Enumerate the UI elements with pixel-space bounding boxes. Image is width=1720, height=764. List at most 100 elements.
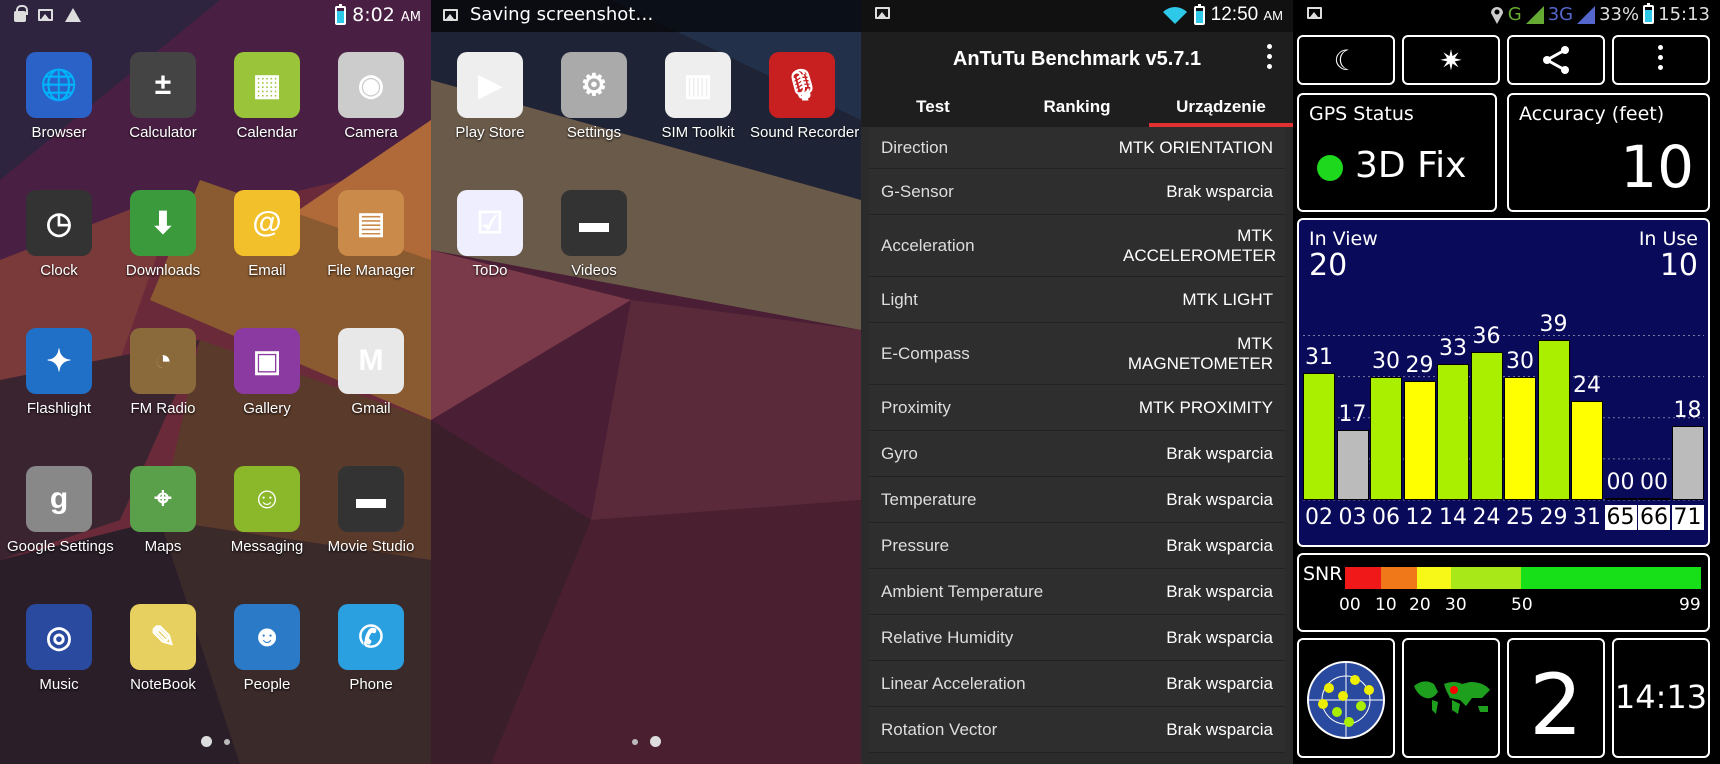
app-label: Maps [144, 538, 182, 555]
app-downloads[interactable]: ⬇ Downloads [111, 190, 215, 279]
sensor-row[interactable]: G-Sensor Brak wsparcia [869, 169, 1285, 215]
page-dot[interactable] [224, 738, 230, 745]
app-phone[interactable]: ✆ Phone [319, 604, 423, 693]
camera-icon: ◉ [338, 52, 404, 118]
compass-button[interactable]: ✷ [1402, 35, 1500, 85]
app-email[interactable]: @ Email [215, 190, 319, 279]
sensor-name: Proximity [881, 397, 951, 417]
snr-tick-label: 20 [1409, 595, 1431, 615]
sensor-value: Brak wsparcia [1166, 719, 1273, 739]
accuracy-value: 10 [1620, 133, 1694, 201]
bar-value-label: 31 [1305, 344, 1333, 370]
sensor-row[interactable]: Acceleration MTK ACCELEROMETER [869, 215, 1285, 277]
antutu-app: 12:50 AM AnTuTu Benchmark v5.7.1 Test Ra… [861, 0, 1293, 764]
satellite-bar [1537, 339, 1570, 500]
app-calendar[interactable]: ▦ Calendar [215, 52, 319, 141]
overflow-menu-button[interactable] [1612, 35, 1710, 85]
tab-test[interactable]: Test [861, 86, 1005, 127]
radio-icon: ◔ [130, 328, 196, 394]
snr-tick-label: 50 [1511, 595, 1533, 615]
satellite-bar [1604, 498, 1637, 500]
app-browser[interactable]: 🌐 Browser [7, 52, 111, 141]
status-bar: 8:02 AM [0, 0, 431, 32]
todo-icon: ☑ [457, 190, 523, 256]
status-bar: G 3G 33% 15:13 [1293, 0, 1720, 32]
sensor-value: Brak wsparcia [1166, 673, 1273, 693]
app-todo[interactable]: ☑ ToDo [438, 190, 542, 279]
app-play-store[interactable]: ▶ Play Store [438, 52, 542, 141]
sensor-row[interactable]: Direction MTK ORIENTATION [869, 127, 1285, 169]
location-pin-icon [1490, 6, 1503, 24]
snr-tick-label: 10 [1375, 595, 1397, 615]
app-sound-recorder[interactable]: 🎙 Sound Recorder [750, 52, 859, 141]
night-mode-button[interactable]: ☾ [1297, 35, 1395, 85]
settings-gear-icon: ⚙ [561, 52, 627, 118]
share-button[interactable] [1507, 35, 1605, 85]
sensor-row[interactable]: Ambient Temperature Brak wsparcia [869, 569, 1285, 615]
folder-icon: ▤ [338, 190, 404, 256]
battery-icon [1643, 3, 1655, 24]
moon-icon: ☾ [1333, 43, 1359, 77]
app-gmail[interactable]: M Gmail [319, 328, 423, 417]
sensor-value: MTK ACCELEROMETER [1123, 225, 1277, 265]
clock-time: 15:13 [1658, 4, 1710, 25]
app-file-manager[interactable]: ▤ File Manager [319, 190, 423, 279]
app-gallery[interactable]: ▣ Gallery [215, 328, 319, 417]
overflow-menu-icon[interactable] [1267, 44, 1273, 74]
sky-view-button[interactable] [1297, 638, 1395, 758]
count-tile[interactable]: 2 [1507, 638, 1605, 758]
app-movie-studio[interactable]: ▬ Movie Studio [319, 466, 423, 555]
page-dot-active[interactable] [649, 736, 661, 747]
sensor-row[interactable]: Gyro Brak wsparcia [869, 431, 1285, 477]
app-messaging[interactable]: ☺ Messaging [215, 466, 319, 555]
app-notebook[interactable]: ✎ NoteBook [111, 604, 215, 693]
app-flashlight[interactable]: ✦ Flashlight [7, 328, 111, 417]
world-map-button[interactable] [1402, 638, 1500, 758]
page-dot[interactable] [631, 738, 638, 745]
app-label: Flashlight [26, 400, 92, 417]
app-label: FM Radio [130, 400, 196, 417]
music-icon: ◎ [26, 604, 92, 670]
sensor-list: Direction MTK ORIENTATION G-Sensor Brak wsp… [869, 127, 1285, 753]
page-dot-active[interactable] [201, 736, 212, 747]
snr-scale-orange [1381, 567, 1417, 589]
sensor-row[interactable]: Temperature Brak wsparcia [869, 477, 1285, 523]
sensor-name: Pressure [881, 535, 950, 555]
app-google-settings[interactable]: g Google Settings [7, 466, 114, 555]
sensor-value: Brak wsparcia [1166, 627, 1273, 647]
app-calculator[interactable]: ± Calculator [111, 52, 215, 141]
app-fm-radio[interactable]: ◔ FM Radio [111, 328, 215, 417]
satellite-bar-chart: In View 20 In Use 10 31 02 17 03 30 06 29 12 33 1… [1297, 218, 1710, 547]
app-people[interactable]: ☻ People [215, 604, 319, 693]
time-tile[interactable]: 14:13 [1612, 638, 1710, 758]
tab-device[interactable]: Urządzenie [1149, 86, 1293, 127]
sensor-row[interactable]: Relative Humidity Brak wsparcia [869, 615, 1285, 661]
app-sim-toolkit[interactable]: ▥ SIM Toolkit [646, 52, 750, 141]
gps-status-label: GPS Status [1309, 103, 1414, 125]
app-maps[interactable]: ⌖ Maps [111, 466, 215, 555]
snr-legend-box: SNR 00 10 20 30 50 99 [1297, 553, 1710, 632]
page-indicator [0, 731, 431, 750]
sensor-row[interactable]: Proximity MTK PROXIMITY [869, 385, 1285, 431]
app-music[interactable]: ◎ Music [7, 604, 111, 693]
app-clock[interactable]: ◷ Clock [7, 190, 111, 279]
maps-icon: ⌖ [130, 466, 196, 532]
app-settings[interactable]: ⚙ Settings [542, 52, 646, 141]
fix-status: 3D Fix [1355, 145, 1467, 186]
sensor-row[interactable]: Pressure Brak wsparcia [869, 523, 1285, 569]
sensor-row[interactable]: Rotation Vector Brak wsparcia [869, 707, 1285, 753]
sensor-value: MTK PROXIMITY [1138, 397, 1273, 417]
app-camera[interactable]: ◉ Camera [319, 52, 423, 141]
app-label: Settings [566, 124, 622, 141]
sensor-row[interactable]: E-Compass MTK MAGNETOMETER [869, 323, 1285, 385]
sensor-row[interactable]: Light MTK LIGHT [869, 277, 1285, 323]
sensor-value: Brak wsparcia [1166, 443, 1273, 463]
sensor-row[interactable]: Linear Acceleration Brak wsparcia [869, 661, 1285, 707]
sensor-name: Ambient Temperature [881, 581, 1044, 601]
tab-ranking[interactable]: Ranking [1005, 86, 1149, 127]
flashlight-icon: ✦ [26, 328, 92, 394]
app-videos[interactable]: ▬ Videos [542, 190, 646, 279]
phone-icon: ✆ [338, 604, 404, 670]
satellite-prn-label: 24 [1472, 505, 1501, 530]
snr-scale-lime [1451, 567, 1521, 589]
